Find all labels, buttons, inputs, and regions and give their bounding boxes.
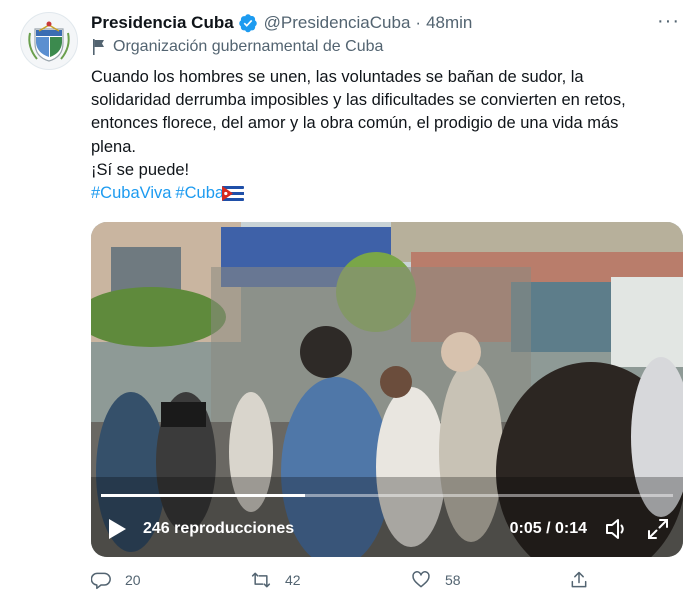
retweet-icon [251,572,271,588]
reply-button[interactable]: 20 [91,570,141,590]
reply-icon [91,572,111,590]
hashtags: #CubaViva #Cuba [91,182,681,205]
tweet-text: Cuando los hombres se unen, las voluntad… [91,66,681,205]
cuba-flag-emoji [222,186,245,202]
retweet-button[interactable]: 42 [251,570,301,590]
video-frame [91,222,683,557]
like-count: 58 [445,572,461,588]
tweet-line: Cuando los hombres se unen, las voluntad… [91,68,584,86]
tweet-header: Presidencia Cuba @PresidenciaCuba · 48mi… [91,11,680,34]
view-count: 246 reproducciones [143,520,295,537]
retweet-count: 42 [285,572,301,588]
tweet-line: ¡Sí se puede! [91,160,190,179]
video-timecode: 0:05 / 0:14 [509,520,587,537]
verified-icon [238,14,257,33]
tweet-line: solidaridad derrumba imposibles y las di… [91,91,626,110]
hashtag-cubaviva[interactable]: #CubaViva [91,184,171,202]
author-handle[interactable]: @PresidenciaCuba [264,13,411,33]
reply-count: 20 [125,572,141,588]
share-button[interactable] [569,570,603,590]
account-label: Organización gubernamental de Cuba [91,38,383,56]
tweet-line: plena. [91,137,136,156]
play-icon[interactable] [107,518,127,540]
like-button[interactable]: 58 [411,570,461,590]
tweet-line: entonces florece, del amor y la obra com… [91,114,619,133]
author-name[interactable]: Presidencia Cuba [91,13,234,33]
video-player[interactable]: 246 reproducciones 0:05 / 0:14 [91,222,683,557]
action-bar: 20 42 58 [91,570,591,596]
more-icon[interactable]: ··· [657,11,680,31]
like-icon [412,571,430,588]
progress-fill [101,494,306,497]
fullscreen-icon[interactable] [647,518,669,540]
avatar[interactable] [20,12,78,70]
volume-icon[interactable] [605,518,629,540]
progress-bar[interactable] [101,494,673,497]
share-icon [571,571,587,588]
tweet-time[interactable]: 48min [426,13,472,33]
government-flag-icon [93,39,104,55]
separator-dot: · [415,13,422,32]
coat-of-arms-icon [21,13,77,69]
hashtag-cuba[interactable]: #Cuba [175,184,224,202]
account-label-text: Organización gubernamental de Cuba [113,38,384,55]
